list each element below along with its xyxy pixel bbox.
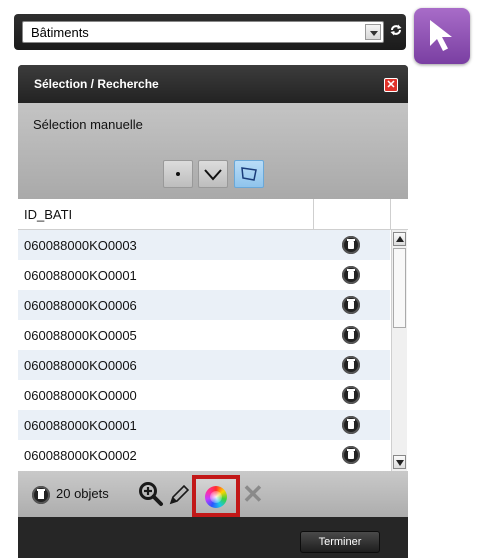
trash-icon[interactable] xyxy=(342,266,360,284)
select-tool-button[interactable] xyxy=(414,8,470,64)
table-row[interactable]: 060088000KO0000 xyxy=(18,380,390,410)
table-rows: 060088000KO0003 060088000KO0001 06008800… xyxy=(18,230,390,470)
table-row[interactable]: 060088000KO0005 xyxy=(18,320,390,350)
polygon-tool-button[interactable] xyxy=(234,160,264,188)
scroll-up-icon[interactable] xyxy=(393,232,406,246)
column-divider xyxy=(390,199,391,230)
chevron-down-icon[interactable] xyxy=(365,24,381,40)
refresh-icon[interactable] xyxy=(386,21,406,43)
layer-select[interactable]: Bâtiments xyxy=(22,21,384,43)
pencil-icon[interactable] xyxy=(168,483,190,510)
section-label: Sélection manuelle xyxy=(33,117,143,132)
trash-icon[interactable] xyxy=(342,386,360,404)
table-scrollbar[interactable] xyxy=(391,230,407,471)
panel-header: Sélection / Recherche ✕ xyxy=(18,65,408,103)
row-id: 060088000KO0006 xyxy=(24,358,137,373)
scroll-down-icon[interactable] xyxy=(393,455,406,469)
trash-icon[interactable] xyxy=(342,356,360,374)
point-icon xyxy=(176,172,180,176)
selection-footer-toolbar: 20 objets ✕ xyxy=(18,471,408,517)
table-row[interactable]: 060088000KO0001 xyxy=(18,410,390,440)
object-count: 20 objets xyxy=(56,486,109,501)
table-header: ID_BATI xyxy=(18,199,408,230)
zoom-in-icon[interactable] xyxy=(138,481,164,510)
finish-button[interactable]: Terminer xyxy=(300,531,380,553)
trash-icon[interactable] xyxy=(342,236,360,254)
trash-icon[interactable] xyxy=(342,326,360,344)
results-table: ID_BATI 060088000KO0003 060088000KO0001 … xyxy=(18,199,408,471)
cursor-arrow-icon xyxy=(430,20,452,51)
top-toolbar: Bâtiments xyxy=(14,14,406,50)
point-tool-button[interactable] xyxy=(163,160,193,188)
trash-icon[interactable] xyxy=(32,486,50,504)
row-id: 060088000KO0006 xyxy=(24,298,137,313)
color-wheel-icon xyxy=(205,486,227,508)
table-row[interactable]: 060088000KO0002 xyxy=(18,440,390,470)
line-icon xyxy=(204,169,222,181)
selection-panel: Sélection / Recherche ✕ Sélection manuel… xyxy=(18,65,408,558)
line-tool-button[interactable] xyxy=(198,160,228,188)
row-id: 060088000KO0005 xyxy=(24,328,137,343)
panel-title: Sélection / Recherche xyxy=(34,77,159,91)
trash-icon[interactable] xyxy=(342,296,360,314)
polygon-icon xyxy=(241,167,257,181)
manual-selection-section: Sélection manuelle xyxy=(18,103,408,199)
table-row[interactable]: 060088000KO0001 xyxy=(18,260,390,290)
table-row[interactable]: 060088000KO0006 xyxy=(18,350,390,380)
layer-select-value: Bâtiments xyxy=(31,25,89,40)
color-picker-button[interactable] xyxy=(192,475,240,517)
table-row[interactable]: 060088000KO0006 xyxy=(18,290,390,320)
row-id: 060088000KO0000 xyxy=(24,388,137,403)
scroll-thumb[interactable] xyxy=(393,248,406,328)
trash-icon[interactable] xyxy=(342,416,360,434)
panel-bottom-bar: Terminer xyxy=(18,517,408,558)
trash-icon[interactable] xyxy=(342,446,360,464)
table-row[interactable]: 060088000KO0003 xyxy=(18,230,390,260)
row-id: 060088000KO0002 xyxy=(24,448,137,463)
row-id: 060088000KO0001 xyxy=(24,418,137,433)
row-id: 060088000KO0003 xyxy=(24,238,137,253)
row-id: 060088000KO0001 xyxy=(24,268,137,283)
column-divider xyxy=(313,199,314,230)
column-header-id: ID_BATI xyxy=(24,207,73,222)
close-icon[interactable]: ✕ xyxy=(384,78,398,92)
clear-x-icon[interactable]: ✕ xyxy=(242,481,264,507)
